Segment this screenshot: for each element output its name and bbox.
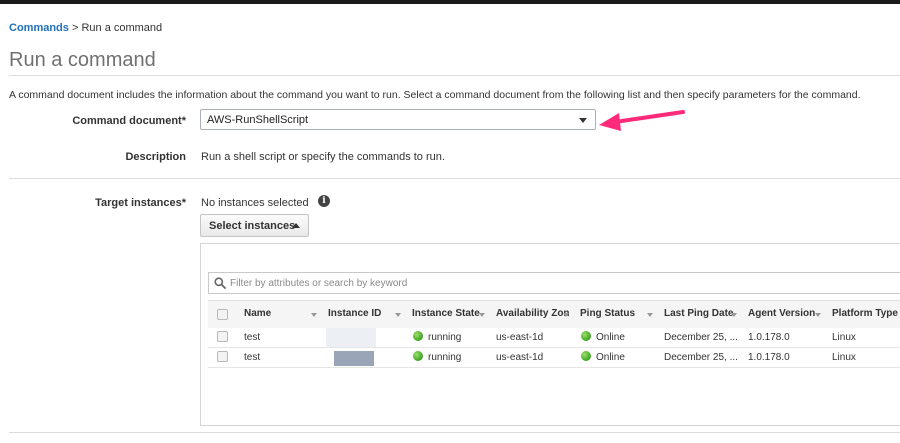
breadcrumb: Commands > Run a command (9, 22, 162, 34)
column-header-instance-id[interactable]: Instance ID (328, 308, 381, 319)
command-document-select[interactable]: AWS-RunShellScript (200, 109, 596, 130)
cell-agent-version: 1.0.178.0 (748, 332, 790, 343)
select-instances-label: Select instances (209, 220, 296, 232)
command-document-value: AWS-RunShellScript (207, 114, 309, 126)
table-row[interactable]: test running us-east-1d Online December … (208, 348, 900, 368)
cell-last-ping-date: December 25, ... (664, 352, 738, 363)
redacted-instance-id (334, 351, 374, 366)
title-divider (9, 75, 900, 76)
sort-icon[interactable] (395, 313, 401, 317)
page-intro: A command document includes the informat… (9, 89, 861, 101)
target-instances-value: No instances selected (201, 197, 309, 209)
redacted-instance-id (326, 328, 376, 347)
status-dot-icon (581, 351, 591, 361)
caret-down-icon (579, 118, 587, 123)
select-instances-button[interactable]: Select instances (200, 214, 309, 237)
command-document-label: Command document* (72, 115, 186, 127)
cell-availability-zone: us-east-1d (496, 332, 544, 343)
sort-icon[interactable] (731, 313, 737, 317)
row-checkbox[interactable] (217, 331, 228, 342)
sort-icon[interactable] (647, 313, 653, 317)
breadcrumb-commands-link[interactable]: Commands (9, 22, 69, 34)
annotation-arrow-icon (599, 110, 685, 131)
cell-instance-state: running (428, 352, 462, 363)
cell-ping-status: Online (596, 352, 625, 363)
sort-icon[interactable] (815, 313, 821, 317)
cell-platform-type: Linux (832, 352, 856, 363)
status-dot-icon (581, 331, 591, 341)
cell-availability-zone: us-east-1d (496, 352, 544, 363)
sort-icon[interactable] (563, 313, 569, 317)
column-header-platform-type[interactable]: Platform Type (832, 308, 898, 319)
column-header-ping-status[interactable]: Ping Status (580, 308, 635, 319)
cell-ping-status: Online (596, 332, 625, 343)
description-value: Run a shell script or specify the comman… (201, 151, 445, 163)
page-title: Run a command (9, 49, 156, 71)
breadcrumb-current: Run a command (81, 22, 163, 34)
section-divider (9, 178, 900, 179)
description-label: Description (125, 151, 186, 163)
breadcrumb-separator: > (68, 22, 82, 34)
top-bar (0, 0, 900, 4)
column-header-agent-version[interactable]: Agent Version (748, 308, 815, 319)
info-icon[interactable]: i (318, 195, 330, 207)
column-header-name[interactable]: Name (244, 308, 271, 319)
cell-instance-state: running (428, 332, 462, 343)
filter-input[interactable]: Filter by attributes or search by keywor… (208, 272, 900, 294)
bottom-divider (9, 432, 900, 433)
search-icon (214, 277, 226, 289)
cell-name: test (244, 352, 261, 363)
column-header-instance-state[interactable]: Instance State (412, 308, 480, 319)
cell-platform-type: Linux (832, 332, 856, 343)
caret-up-icon (292, 223, 300, 228)
table-row[interactable]: test running us-east-1d Online December … (208, 328, 900, 348)
cell-name: test (244, 332, 261, 343)
table-header: Name Instance ID Instance State Availabi… (208, 300, 900, 329)
select-all-checkbox[interactable] (217, 309, 228, 320)
column-header-last-ping-date[interactable]: Last Ping Date (664, 308, 733, 319)
sort-icon[interactable] (311, 313, 317, 317)
target-instances-label: Target instances* (95, 197, 186, 209)
cell-last-ping-date: December 25, ... (664, 332, 738, 343)
cell-agent-version: 1.0.178.0 (748, 352, 790, 363)
status-dot-icon (413, 331, 423, 341)
sort-icon[interactable] (479, 313, 485, 317)
status-dot-icon (413, 351, 423, 361)
column-header-availability-zone[interactable]: Availability Zon (496, 308, 570, 319)
row-checkbox[interactable] (217, 351, 228, 362)
filter-placeholder: Filter by attributes or search by keywor… (230, 278, 408, 289)
